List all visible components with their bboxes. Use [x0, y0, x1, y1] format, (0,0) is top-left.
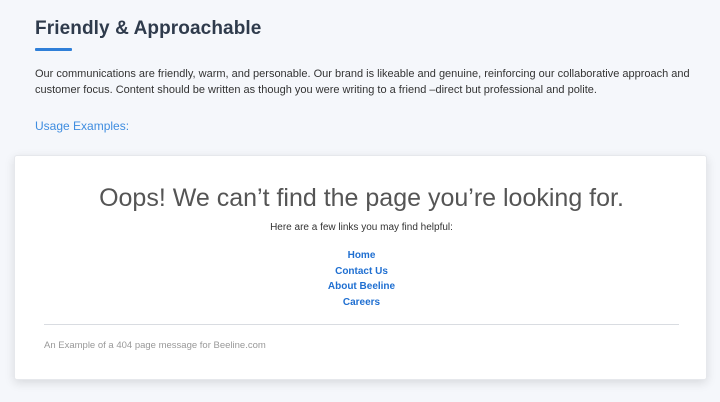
title-underline — [35, 48, 72, 51]
oops-heading: Oops! We can’t find the page you’re look… — [99, 184, 624, 212]
home-link[interactable]: Home — [348, 250, 376, 261]
style-guide-page: Friendly & Approachable Our communicatio… — [0, 0, 720, 402]
contact-us-link[interactable]: Contact Us — [335, 266, 388, 277]
about-beeline-link[interactable]: About Beeline — [328, 281, 395, 292]
section-description: Our communications are friendly, warm, a… — [35, 68, 690, 96]
list-item: About Beeline — [15, 279, 708, 295]
list-item: Home — [15, 248, 708, 264]
list-item: Contact Us — [15, 264, 708, 280]
careers-link[interactable]: Careers — [343, 297, 380, 308]
example-caption: An Example of a 404 page message for Bee… — [44, 340, 266, 351]
helpful-links-text: Here are a few links you may find helpfu… — [270, 222, 453, 233]
example-card-404: Oops! We can’t find the page you’re look… — [14, 155, 707, 380]
helpful-links-list: Home Contact Us About Beeline Careers — [15, 248, 708, 310]
card-divider — [44, 324, 679, 325]
usage-examples-heading: Usage Examples: — [35, 119, 130, 133]
section-title: Friendly & Approachable — [35, 18, 262, 39]
list-item: Careers — [15, 295, 708, 311]
